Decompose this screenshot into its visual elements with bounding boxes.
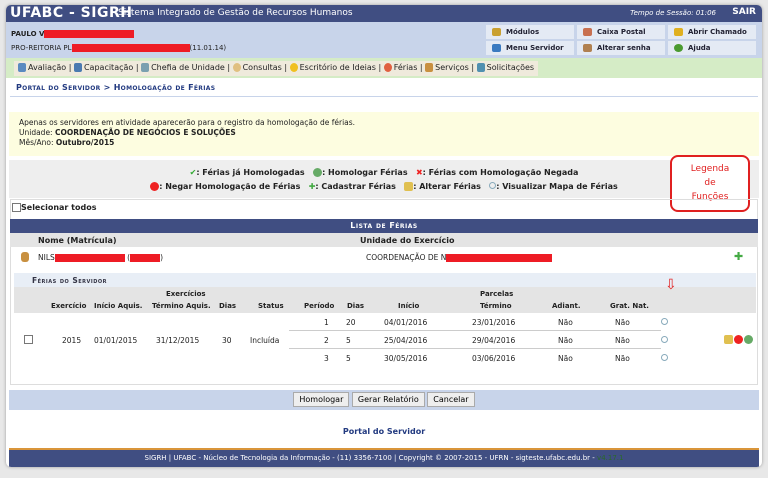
parcel-grat: Não: [615, 354, 630, 363]
user-name: PAULO V: [11, 30, 135, 38]
ajuda-button[interactable]: Ajuda: [668, 41, 756, 55]
org-chart-icon: [141, 63, 150, 72]
menu-ferias[interactable]: Férias: [383, 63, 417, 72]
mailbox-icon: [583, 28, 592, 36]
info-box: Apenas os servidores em atividade aparec…: [9, 112, 759, 156]
action-bar: Homologar Gerar Relatório Cancelar: [9, 390, 759, 410]
ferias-section-title: Férias do Servidor: [14, 273, 756, 287]
logo: UFABC - SIGRH: [10, 5, 133, 21]
list-title: Lista de Férias: [10, 219, 758, 233]
deny-icon: [150, 182, 160, 191]
menu-icon: [492, 44, 501, 52]
edit-icon[interactable]: [724, 335, 733, 344]
modules-icon: [492, 28, 501, 36]
edit-icon: [404, 182, 414, 191]
gerar-relatorio-button[interactable]: Gerar Relatório: [351, 392, 425, 407]
user-icon: [21, 252, 29, 262]
menu-capacitacao[interactable]: Capacitação: [73, 63, 133, 72]
parcel-adiant: Não: [558, 336, 573, 345]
ferias-table-header: Exercícios Parcelas Exercício Início Aqu…: [14, 277, 756, 313]
parcel-period: 1: [324, 318, 329, 327]
menu-servicos[interactable]: Serviços: [425, 63, 469, 72]
parcel-period: 2: [324, 336, 329, 345]
modulos-button[interactable]: Módulos: [486, 25, 574, 39]
parcel-adiant: Não: [558, 354, 573, 363]
main-menu: Avaliação | Capacitação | Chefia de Unid…: [6, 58, 762, 78]
view-map-icon[interactable]: [661, 336, 668, 343]
unit-value: COORDENAÇÃO DE NEGÓCIOS E SOLUÇÕES: [54, 128, 236, 137]
user-key-icon: [583, 44, 592, 52]
parcel-days: 5: [346, 354, 351, 363]
user-dept: PRO-REITORIA PL (11.01.14): [11, 44, 227, 52]
parcel-start: 25/04/2016: [384, 336, 428, 345]
ferias-row: 2015 01/01/2015 31/12/2015 30 Incluída 1…: [14, 313, 756, 367]
search-icon: [232, 63, 241, 72]
parcel-start: 30/05/2016: [384, 354, 428, 363]
approve-icon: [313, 168, 323, 177]
user-icon: [425, 63, 434, 72]
menu-servidor-button[interactable]: Menu Servidor: [486, 41, 574, 55]
homologar-button[interactable]: Homologar: [293, 392, 350, 407]
x-icon: ✖: [415, 168, 423, 177]
user-panel: PAULO V PRO-REITORIA PL (11.01.14) Módulo…: [6, 22, 762, 58]
view-map-icon[interactable]: [661, 318, 668, 325]
parcel-end: 23/01/2016: [472, 318, 516, 327]
top-bar: UFABC - SIGRH Sistema Integrado de Gestã…: [6, 5, 762, 22]
book-icon: [73, 63, 82, 72]
arrow-down-annotation: ⇩: [665, 277, 677, 293]
month-value: Outubro/2015: [55, 138, 115, 147]
employee-row: NILS () COORDENAÇÃO DE N ✚: [10, 247, 758, 269]
footer: SIGRH | UFABC - Núcleo de Tecnologia da …: [9, 448, 759, 467]
deny-icon[interactable]: [734, 335, 743, 344]
add-ferias-icon[interactable]: ✚: [734, 250, 743, 263]
logout-link[interactable]: SAIR: [732, 7, 756, 17]
parcel-days: 20: [346, 318, 356, 327]
help-icon: [674, 44, 683, 52]
select-all-checkbox[interactable]: [12, 203, 21, 212]
parcel-adiant: Não: [558, 318, 573, 327]
portal-link[interactable]: Portal do Servidor: [6, 427, 762, 436]
abrir-chamado-button[interactable]: Abrir Chamado: [668, 25, 756, 39]
parcel-period: 3: [324, 354, 329, 363]
menu-solicitacoes[interactable]: Solicitações: [476, 63, 534, 72]
document-icon: [476, 63, 485, 72]
list-header: Nome (Matrícula) Unidade do Exercício: [10, 233, 758, 247]
check-icon: ✔: [189, 168, 197, 177]
parcel-start: 04/01/2016: [384, 318, 428, 327]
system-subtitle: Sistema Integrado de Gestão de Recursos …: [118, 8, 353, 18]
cancelar-button[interactable]: Cancelar: [427, 392, 475, 407]
plus-icon: ✚: [308, 182, 316, 191]
window: UFABC - SIGRH Sistema Integrado de Gestã…: [6, 5, 762, 467]
select-all[interactable]: Selecionar todos: [12, 203, 96, 212]
view-map-icon[interactable]: [661, 354, 668, 361]
lifebuoy-icon: [383, 63, 392, 72]
menu-consultas[interactable]: Consultas: [232, 63, 282, 72]
parcel-days: 5: [346, 336, 351, 345]
parcel-end: 03/06/2016: [472, 354, 516, 363]
legend: ✔: Férias já Homologadas : Homologar Fér…: [9, 160, 759, 198]
row-checkbox[interactable]: [24, 335, 33, 344]
caixa-postal-button[interactable]: Caixa Postal: [577, 25, 665, 39]
magnifier-icon: [489, 182, 497, 189]
alterar-senha-button[interactable]: Alterar senha: [577, 41, 665, 55]
breadcrumb: Portal do Servidor > Homologação de Féri…: [16, 83, 216, 92]
menu-escritorio[interactable]: Escritório de Ideias: [289, 63, 376, 72]
session-timer: Tempo de Sessão: 01:06: [630, 9, 716, 17]
bell-icon: [674, 28, 683, 36]
divider: [10, 96, 758, 97]
redaction: [71, 44, 190, 52]
parcel-end: 29/04/2016: [472, 336, 516, 345]
redaction: [44, 30, 135, 38]
lightbulb-icon: [289, 63, 298, 72]
parcel-grat: Não: [615, 318, 630, 327]
parcel-grat: Não: [615, 336, 630, 345]
menu-chefia[interactable]: Chefia de Unidade: [141, 63, 225, 72]
pencil-icon: [18, 63, 26, 72]
menu-avaliacao[interactable]: Avaliação: [18, 63, 66, 72]
approve-icon[interactable]: [744, 335, 753, 344]
